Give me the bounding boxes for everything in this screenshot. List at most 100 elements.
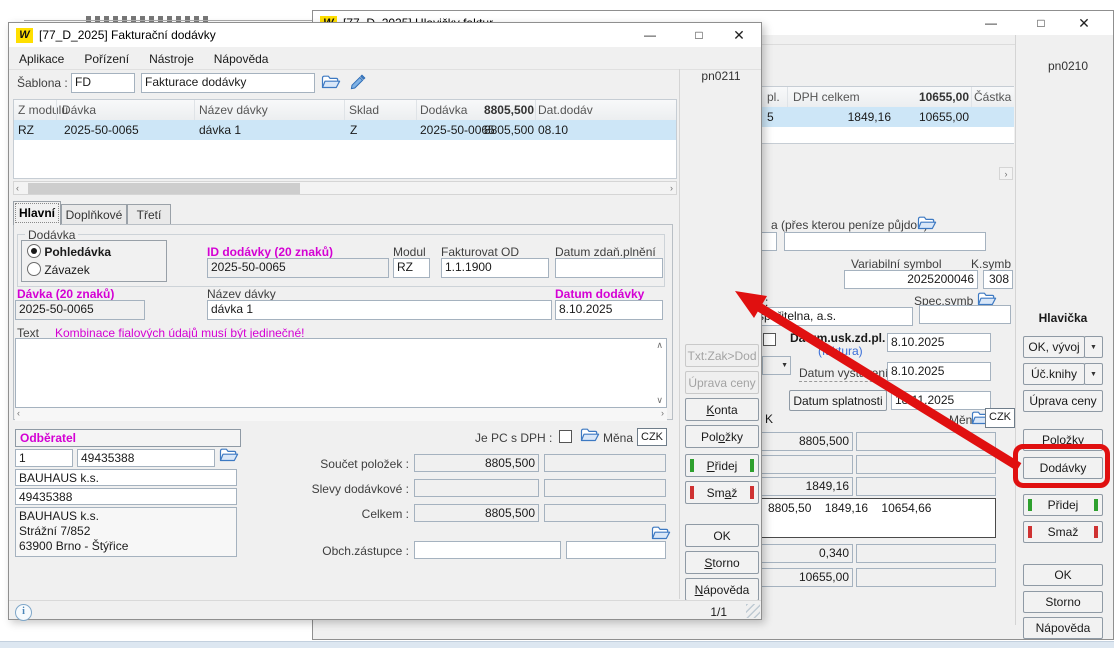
datum-zdan-field[interactable] <box>555 258 663 278</box>
uc-knihy-button[interactable]: Úč.knihy <box>1023 363 1085 385</box>
slevy-field2[interactable] <box>544 479 666 497</box>
minimize-button[interactable]: — <box>973 14 1009 33</box>
info-icon[interactable]: i <box>15 604 32 621</box>
celkem-field2[interactable] <box>544 504 666 522</box>
pohledavka-label[interactable]: Pohledávka <box>44 245 111 259</box>
batch-table-hscrollbar[interactable]: ‹ › <box>13 181 677 195</box>
konta-button[interactable]: Konta <box>685 398 759 421</box>
menu-aplikace[interactable]: Aplikace <box>9 52 74 66</box>
bank-name-field[interactable]: spořitelna, a.s. <box>749 307 913 326</box>
scroll-right-arrow[interactable]: › <box>661 408 664 419</box>
bank-account-field[interactable] <box>784 232 986 251</box>
je-pc-checkbox[interactable] <box>559 430 572 443</box>
datum-splatnosti-button[interactable]: Datum splatnosti <box>789 390 887 411</box>
odberatel-id2-field[interactable]: 49435388 <box>15 488 237 505</box>
datum-usk-field[interactable]: 8.10.2025 <box>887 333 991 352</box>
close-button[interactable]: ✕ <box>1066 14 1102 33</box>
text-area[interactable]: ∧ ∨ <box>15 338 667 408</box>
column-header-total[interactable]: 10655,00 <box>873 90 969 104</box>
minimize-button[interactable]: — <box>632 26 668 45</box>
k-symb-field[interactable]: 308 <box>983 270 1013 289</box>
column-header[interactable]: DPH celkem <box>793 90 860 104</box>
fakturovat-od-field[interactable]: 1.1.1900 <box>441 258 549 278</box>
resize-grip[interactable] <box>746 604 760 618</box>
pridej-button[interactable]: Přidej <box>1023 494 1103 516</box>
obch-field[interactable] <box>414 541 561 559</box>
ok-button[interactable]: OK <box>685 524 759 547</box>
odberatel-num-field[interactable]: 1 <box>15 449 73 467</box>
covered-checkbox[interactable] <box>763 333 776 346</box>
zavazek-label[interactable]: Závazek <box>44 263 89 277</box>
napoveda-button[interactable]: Nápověda <box>685 578 759 601</box>
soucet-field[interactable]: 8805,500 <box>414 454 539 472</box>
tab-treti[interactable]: Třetí <box>127 204 171 225</box>
amount-field[interactable] <box>856 477 996 496</box>
edit-pencil-icon[interactable] <box>349 73 367 91</box>
variable-symbol-field[interactable]: 2025200046 <box>844 270 978 289</box>
column-header[interactable]: Z modulu <box>18 103 68 117</box>
datum-splatnosti-field[interactable]: 18.11.2025 <box>891 391 991 410</box>
amount-field[interactable] <box>856 455 996 474</box>
scroll-left-arrow[interactable]: ‹ <box>17 408 20 419</box>
txt-zak-dod-button[interactable]: Txt:Zak>Dod <box>685 344 759 367</box>
mena-field[interactable]: CZK <box>637 428 667 446</box>
celkem-field[interactable]: 8805,500 <box>414 504 539 522</box>
batch-table-row[interactable]: RZ 2025-50-0065 dávka 1 Z 2025-50-0065 8… <box>14 120 676 140</box>
uc-knihy-dropdown[interactable]: ▼ <box>1084 363 1103 385</box>
open-folder-icon[interactable] <box>219 447 239 463</box>
odberatel-ico-field[interactable]: 49435388 <box>77 449 215 467</box>
menu-napoveda[interactable]: Nápověda <box>204 52 279 66</box>
obch-field2[interactable] <box>566 541 666 559</box>
slevy-field[interactable] <box>414 479 539 497</box>
datum-dodavky-field[interactable]: 8.10.2025 <box>555 300 663 320</box>
open-folder-icon[interactable] <box>651 525 671 541</box>
scroll-down-arrow[interactable]: ∨ <box>656 395 663 406</box>
sablona-code-field[interactable]: FD <box>71 73 135 93</box>
scrollbar-right-arrow[interactable]: › <box>999 167 1013 180</box>
napoveda-button[interactable]: Nápověda <box>1023 617 1103 639</box>
amount-field[interactable] <box>856 432 996 451</box>
storno-button[interactable]: Storno <box>1023 591 1103 613</box>
mena-field[interactable]: CZK <box>985 408 1015 428</box>
faktura-link[interactable]: (faktura) <box>818 344 863 358</box>
scroll-left-arrow[interactable]: ‹ <box>16 183 19 194</box>
open-folder-icon[interactable] <box>917 215 937 231</box>
smaz-button[interactable]: Smaž <box>685 481 759 504</box>
column-header-total[interactable]: 8805,500 <box>454 103 534 117</box>
column-header[interactable]: pl. <box>767 90 780 104</box>
column-header[interactable]: Dat.dodáv <box>538 103 593 117</box>
nazev-davky-field[interactable]: dávka 1 <box>207 300 552 320</box>
tab-hlavni[interactable]: Hlavní <box>13 201 61 225</box>
storno-button[interactable]: Storno <box>685 551 759 574</box>
ok-vyvoj-dropdown[interactable]: ▼ <box>1084 336 1103 358</box>
pohledavka-radio[interactable] <box>27 244 41 258</box>
datum-vystaveni-field[interactable]: 8.10.2025 <box>887 362 991 381</box>
batch-table-header[interactable]: Z modulu Dávka Název dávky Sklad Dodávka… <box>14 100 676 121</box>
scroll-thumb[interactable] <box>28 183 300 194</box>
smaz-button[interactable]: Smaž <box>1023 521 1103 543</box>
batch-table[interactable]: Z modulu Dávka Název dávky Sklad Dodávka… <box>13 99 677 179</box>
davka-field[interactable]: 2025-50-0065 <box>15 300 145 320</box>
scroll-right-arrow[interactable]: › <box>670 183 673 194</box>
soucet-field2[interactable] <box>544 454 666 472</box>
covered-combo[interactable]: ▼ <box>762 356 791 375</box>
column-header[interactable]: Sklad <box>349 103 379 117</box>
maximize-button[interactable]: □ <box>1023 14 1059 33</box>
close-button[interactable]: ✕ <box>721 26 757 45</box>
text-area-hscrollbar[interactable]: ‹ › <box>15 408 667 421</box>
spec-symb-field[interactable] <box>919 305 1011 324</box>
amount-field[interactable] <box>856 544 996 563</box>
ok-button[interactable]: OK <box>1023 564 1103 586</box>
id-dodavky-field[interactable]: 2025-50-0065 <box>207 258 389 278</box>
menu-nastroje[interactable]: Nástroje <box>139 52 204 66</box>
menu-porizeni[interactable]: Pořízení <box>74 52 139 66</box>
ok-vyvoj-button[interactable]: OK, vývoj <box>1023 336 1085 358</box>
uprava-ceny-button[interactable]: Úprava ceny <box>685 371 759 394</box>
amount-field[interactable] <box>856 568 996 587</box>
maximize-button[interactable]: □ <box>681 26 717 45</box>
odberatel-header[interactable]: Odběratel <box>15 429 241 447</box>
odberatel-name-field[interactable]: BAUHAUS k.s. <box>15 469 237 486</box>
zavazek-radio[interactable] <box>27 262 41 276</box>
uprava-ceny-button[interactable]: Úprava ceny <box>1023 390 1103 412</box>
column-header[interactable]: Částka c <box>974 90 1014 104</box>
